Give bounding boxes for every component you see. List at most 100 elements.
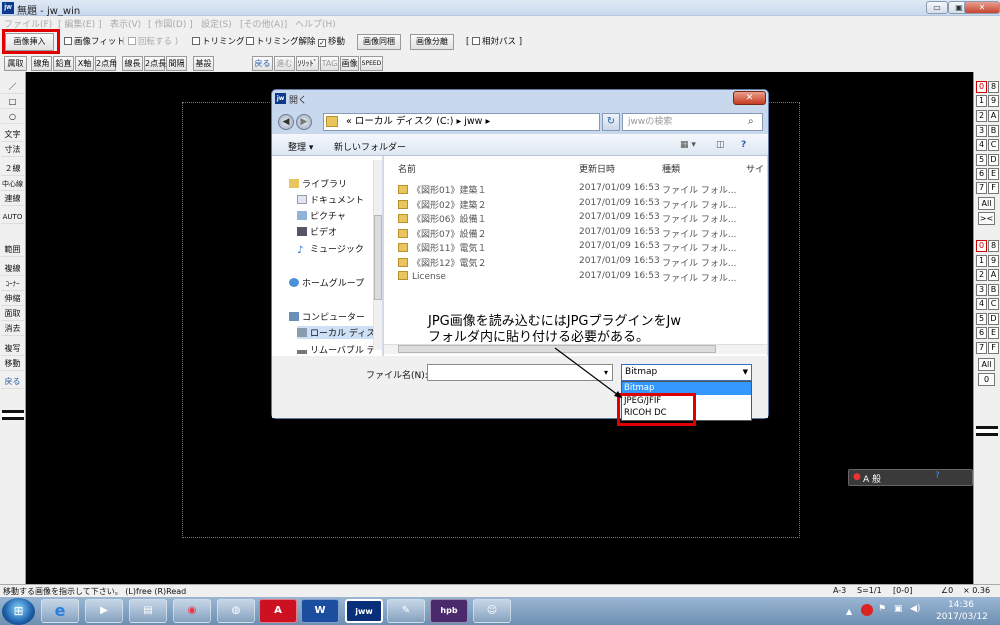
nav-removable[interactable]: リムーバブル デ	[297, 343, 376, 356]
file-row[interactable]: 《図形11》電気１ 2017/01/09 16:53 ファイル フォル...	[398, 241, 768, 255]
nav-pictures[interactable]: ピクチャ	[297, 209, 346, 222]
menu-other[interactable]: [その他(A)]	[240, 17, 287, 30]
layer-f[interactable]: F	[988, 342, 999, 354]
nav-documents[interactable]: ドキュメント	[297, 193, 364, 206]
tb2-speed-button[interactable]: SPEED	[360, 56, 383, 71]
start-button[interactable]: ⊞	[2, 598, 35, 625]
tb2-vertical-button[interactable]: 鉛直	[53, 56, 74, 71]
text-tool[interactable]: 文字	[1, 128, 24, 142]
layer-group-9[interactable]: 9	[988, 95, 999, 107]
layer-2[interactable]: 2	[976, 269, 987, 281]
double-line-tool[interactable]: ２線	[1, 162, 24, 176]
relative-path-toggle[interactable]: [ 相対パス ]	[466, 35, 522, 50]
circle-tool[interactable]: ○	[1, 110, 24, 124]
status-factor[interactable]: × 0.36	[963, 586, 990, 595]
tb2-back-button[interactable]: 戻る	[252, 56, 273, 71]
volume-icon[interactable]: ◀)	[910, 604, 920, 614]
word-icon[interactable]: W	[301, 599, 339, 623]
forward-arrow-icon[interactable]: ▶	[296, 114, 312, 130]
corner-tool[interactable]: ｺｰﾅｰ	[1, 277, 24, 291]
search-icon[interactable]: ⌕	[748, 116, 754, 127]
menu-view[interactable]: 表示(V)	[110, 17, 141, 30]
thunderbird-icon[interactable]: ◍	[217, 599, 255, 623]
relative-path-checkbox[interactable]	[472, 37, 481, 45]
menu-draw[interactable]: [ 作図(D) ]	[148, 17, 193, 30]
tb2-attr-button[interactable]: 属取	[4, 56, 27, 71]
layer-d[interactable]: D	[988, 313, 999, 325]
continuous-line-tool[interactable]: 連線	[1, 192, 24, 206]
help-icon[interactable]: ?	[741, 140, 746, 150]
rectangle-tool[interactable]: □	[1, 95, 24, 109]
line-tool[interactable]: ／	[1, 80, 24, 94]
dimension-tool[interactable]: 寸法	[1, 143, 24, 157]
close-button[interactable]: ✕	[964, 1, 1000, 14]
layer-3[interactable]: 3	[976, 284, 987, 296]
copy-tool[interactable]: 複写	[1, 342, 24, 356]
status-group[interactable]: [0-0]	[893, 586, 912, 595]
tb2-image-button[interactable]: 画像	[340, 56, 359, 71]
app-character-icon[interactable]: ☺	[473, 599, 511, 623]
chamfer-tool[interactable]: 面取	[1, 307, 24, 321]
auto-tool[interactable]: AUTO	[1, 210, 24, 224]
column-type[interactable]: 種類	[662, 162, 680, 175]
file-row[interactable]: 《図形12》電気２ 2017/01/09 16:53 ファイル フォル...	[398, 256, 768, 270]
nav-music[interactable]: ♪ ミュージック	[297, 242, 364, 256]
tb2-2pt-angle-button[interactable]: 2点角	[95, 56, 117, 71]
file-row[interactable]: License 2017/01/09 16:53 ファイル フォル...	[398, 271, 768, 285]
tb2-2pt-length-button[interactable]: 2点長	[144, 56, 166, 71]
file-row[interactable]: 《図形02》建築２ 2017/01/09 16:53 ファイル フォル...	[398, 198, 768, 212]
file-row[interactable]: 《図形06》設備１ 2017/01/09 16:53 ファイル フォル...	[398, 212, 768, 226]
chrome-icon[interactable]: ◉	[173, 599, 211, 623]
layer-group-swap-button[interactable]: ><	[978, 212, 995, 225]
layer-group-e[interactable]: E	[988, 168, 999, 180]
trim-checkbox[interactable]	[192, 37, 200, 45]
layer-e[interactable]: E	[988, 327, 999, 339]
explorer-icon[interactable]: ▤	[129, 599, 167, 623]
clock-date[interactable]: 2017/03/12	[936, 612, 988, 622]
nav-videos[interactable]: ビデオ	[297, 225, 337, 238]
dialog-close-button[interactable]: ✕	[733, 91, 766, 105]
nav-local-disk[interactable]: ローカル ディス	[297, 326, 376, 339]
tb2-line-length-button[interactable]: 線長	[122, 56, 143, 71]
ime-language-bar[interactable]: A 般 ● ?	[848, 469, 973, 486]
ie-icon[interactable]: e	[41, 599, 79, 623]
layer-all-button[interactable]: All	[978, 358, 995, 371]
tb2-base-button[interactable]: 基設	[193, 56, 214, 71]
view-icon[interactable]: ▦ ▾	[680, 140, 696, 150]
layer-9[interactable]: 9	[988, 255, 999, 267]
back-arrow-icon[interactable]: ◀	[278, 114, 294, 130]
menu-help[interactable]: ヘルプ(H)	[295, 17, 336, 30]
layer-group-c[interactable]: C	[988, 139, 999, 151]
tb2-xaxis-button[interactable]: X軸	[75, 56, 94, 71]
column-name[interactable]: 名前	[398, 162, 416, 175]
address-bar[interactable]: « ローカル ディスク (C:) ▸ jww ▸	[323, 113, 600, 131]
tray-expand-icon[interactable]: ▲	[846, 607, 852, 616]
layer-group-d[interactable]: D	[988, 154, 999, 166]
clock-time[interactable]: 14:36	[948, 600, 974, 610]
rotate-toggle[interactable]: ( 回転する )	[122, 35, 178, 50]
tb2-line-angle-button[interactable]: 線角	[31, 56, 52, 71]
security-icon[interactable]	[861, 604, 873, 616]
layer-5[interactable]: 5	[976, 313, 987, 325]
line-width-indicator[interactable]	[2, 410, 24, 420]
layer-7[interactable]: 7	[976, 342, 987, 354]
rotate-checkbox[interactable]	[128, 37, 137, 45]
trim-toggle[interactable]: トリミング	[192, 35, 245, 50]
layer-group-4[interactable]: 4	[976, 139, 987, 151]
untrim-checkbox[interactable]	[246, 37, 254, 45]
erase-tool[interactable]: 消去	[1, 322, 24, 336]
network-icon[interactable]: ▣	[894, 604, 903, 614]
ime-help-icon[interactable]: ?	[935, 471, 940, 481]
status-scale[interactable]: S=1/1	[857, 586, 882, 595]
status-angle[interactable]: ∠0	[941, 586, 953, 595]
move-toggle[interactable]: ✓ 移動	[318, 35, 345, 50]
new-folder-button[interactable]: 新しいフォルダー	[334, 140, 406, 153]
layer-group-all-button[interactable]: All	[978, 197, 995, 210]
file-row[interactable]: 《図形01》建築１ 2017/01/09 16:53 ファイル フォル...	[398, 183, 768, 197]
jww-icon[interactable]: jww	[345, 599, 383, 623]
minimize-button[interactable]: ▭	[926, 1, 948, 14]
tb2-interval-button[interactable]: 間隔	[166, 56, 187, 71]
refresh-icon[interactable]: ↻	[602, 113, 620, 131]
media-player-icon[interactable]: ▶	[85, 599, 123, 623]
undo-tool[interactable]: 戻る	[1, 375, 24, 389]
